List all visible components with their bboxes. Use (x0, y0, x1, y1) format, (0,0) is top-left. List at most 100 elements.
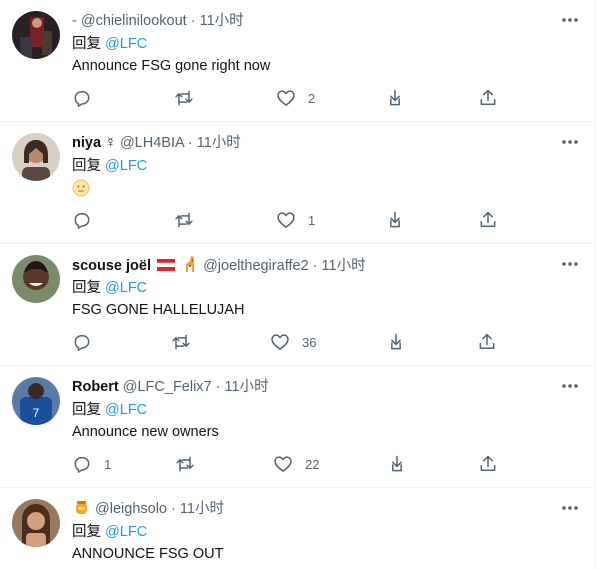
tweet-actions: 2 (72, 88, 512, 108)
share-button[interactable] (478, 88, 498, 108)
mention-link[interactable]: @LFC (105, 402, 147, 418)
tweet-header: Robert @LFC_Felix7 · 11小时 (72, 377, 269, 397)
user-handle[interactable]: - @chielinilookout (72, 13, 187, 29)
separator-dot: · (190, 13, 196, 29)
like-count: 1 (308, 212, 316, 228)
reply-tweet[interactable]: @leighsolo · 11小时 回复 @LFC ANNOUNCE FSG O… (0, 488, 595, 569)
share-icon (479, 333, 495, 349)
tweet-text (72, 179, 90, 203)
share-button[interactable] (478, 210, 498, 230)
avatar-photo-icon (12, 133, 60, 181)
tweet-actions: 36 (72, 332, 512, 352)
heart-icon (277, 90, 295, 106)
more-options-icon[interactable] (559, 10, 581, 30)
user-handle[interactable]: @joelthegiraffe2 (203, 258, 309, 274)
mention-link[interactable]: @LFC (105, 36, 147, 52)
avatar[interactable] (12, 133, 60, 181)
bookmark-button[interactable] (387, 454, 407, 474)
reply-feed: - @chielinilookout · 11小时 回复 @LFC Announ… (0, 0, 596, 569)
timestamp[interactable]: 11小时 (197, 135, 241, 151)
svg-text:7: 7 (33, 406, 40, 420)
like-button[interactable]: 1 (276, 210, 315, 230)
tweet-header: niya ☿ @LH4BIA · 11小时 (72, 133, 241, 153)
display-name[interactable]: scouse joël (72, 258, 151, 274)
avatar[interactable] (12, 255, 60, 303)
download-arrow-icon (390, 89, 400, 106)
avatar-photo-icon: 7 (12, 377, 60, 425)
more-options-icon[interactable] (559, 254, 581, 274)
reply-tweet[interactable]: 7 Robert @LFC_Felix7 · 11小时 回复 @LFC Anno… (0, 366, 595, 488)
like-count: 22 (305, 456, 320, 472)
retweet-icon (175, 212, 193, 228)
mention-link[interactable]: @LFC (105, 524, 147, 540)
timestamp[interactable]: 11小时 (225, 379, 269, 395)
like-button[interactable]: 22 (273, 454, 319, 474)
user-handle[interactable]: @LFC_Felix7 (123, 379, 212, 395)
reply-prefix-label: 回复 (72, 36, 101, 52)
share-button[interactable] (478, 454, 498, 474)
retweet-button[interactable] (174, 210, 206, 230)
avatar[interactable]: 7 (12, 377, 60, 425)
like-button[interactable]: 2 (276, 88, 315, 108)
timestamp[interactable]: 11小时 (322, 258, 366, 274)
tweet-text: Announce new owners (72, 424, 219, 440)
share-icon (480, 89, 496, 105)
bookmark-button[interactable] (385, 88, 405, 108)
tweet-header: @leighsolo · 11小时 (72, 499, 224, 519)
avatar[interactable] (12, 11, 60, 59)
share-button[interactable] (477, 332, 497, 352)
display-name[interactable]: niya (72, 135, 101, 151)
tweet-text: FSG GONE HALLELUJAH (72, 302, 245, 318)
reply-tweet[interactable]: niya ☿ @LH4BIA · 11小时 回复 @LFC 1 (0, 122, 595, 244)
more-options-icon[interactable] (559, 376, 581, 396)
bookmark-button[interactable] (386, 332, 406, 352)
avatar-photo-icon (12, 11, 60, 59)
reply-icon (74, 91, 90, 107)
reply-button[interactable] (72, 88, 104, 108)
reply-button[interactable]: 1 (72, 454, 111, 474)
reply-prefix-label: 回复 (72, 280, 101, 296)
reply-icon (74, 213, 90, 229)
heart-icon (274, 456, 292, 472)
like-count: 2 (308, 90, 316, 106)
tweet-header: scouse joël @joelthegiraffe2 · 11小时 (72, 255, 366, 276)
heart-icon (271, 334, 289, 350)
user-handle[interactable]: @LH4BIA (120, 135, 184, 151)
austria-flag-icon (156, 259, 176, 271)
share-icon (480, 455, 496, 471)
reply-button[interactable] (72, 210, 104, 230)
download-arrow-icon (392, 455, 402, 472)
reply-icon (74, 457, 90, 473)
mention-link[interactable]: @LFC (105, 280, 147, 296)
separator-dot: · (312, 258, 318, 274)
more-options-icon[interactable] (559, 132, 581, 152)
like-button[interactable]: 36 (270, 332, 316, 352)
face-emoji-icon (72, 179, 90, 197)
reply-button[interactable] (72, 332, 104, 352)
mention-link[interactable]: @LFC (105, 158, 147, 174)
retweet-icon (172, 334, 190, 350)
timestamp[interactable]: 11小时 (200, 13, 244, 29)
bookmark-button[interactable] (385, 210, 405, 230)
like-count: 36 (302, 334, 317, 350)
retweet-button[interactable] (171, 332, 203, 352)
retweet-button[interactable] (175, 454, 207, 474)
download-arrow-icon (390, 211, 400, 228)
retweet-button[interactable] (174, 88, 206, 108)
avatar[interactable] (12, 499, 60, 547)
timestamp[interactable]: 11小时 (180, 501, 224, 517)
reply-count: 1 (104, 456, 112, 472)
reply-prefix-label: 回复 (72, 402, 101, 418)
user-handle[interactable]: @leighsolo (95, 501, 167, 517)
replying-to: 回复 @LFC (72, 400, 147, 420)
reply-prefix-label: 回复 (72, 158, 101, 174)
share-icon (480, 211, 496, 227)
tweet-text: Announce FSG gone right now (72, 58, 271, 74)
name-symbol: ☿ (105, 135, 116, 151)
reply-tweet[interactable]: - @chielinilookout · 11小时 回复 @LFC Announ… (0, 0, 595, 122)
display-name[interactable]: Robert (72, 379, 119, 395)
replying-to: 回复 @LFC (72, 278, 147, 298)
more-options-icon[interactable] (559, 498, 581, 518)
reply-prefix-label: 回复 (72, 524, 101, 540)
reply-tweet[interactable]: scouse joël @joelthegiraffe2 · 11小时 回复 @… (0, 244, 595, 366)
